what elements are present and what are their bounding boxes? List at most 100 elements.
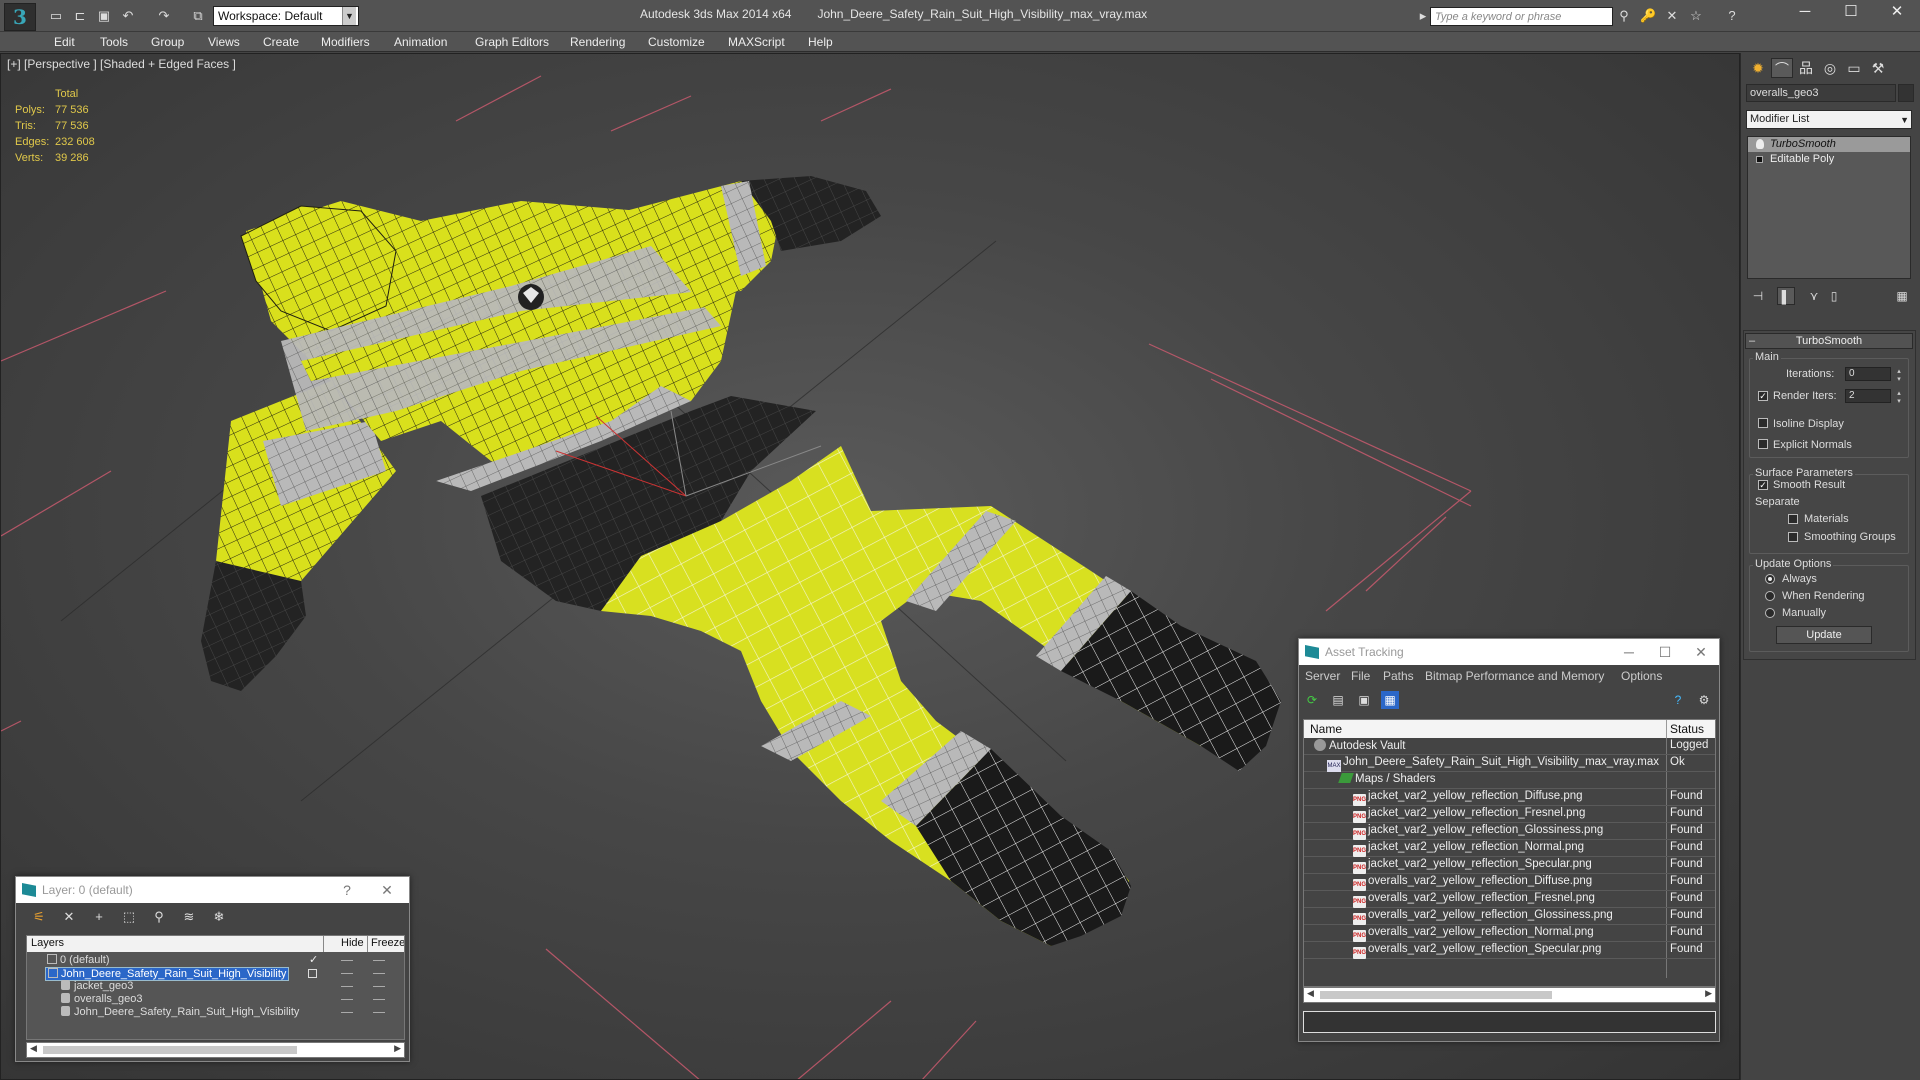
search-input[interactable]: Type a keyword or phrase xyxy=(1430,7,1613,26)
communication-icon[interactable]: ✕ xyxy=(1664,8,1680,24)
always-radio[interactable] xyxy=(1765,574,1775,584)
stack-item-turbosmooth[interactable]: TurboSmooth xyxy=(1748,137,1910,152)
layer-manager-titlebar[interactable]: Layer: 0 (default) ? ✕ xyxy=(16,877,409,903)
project-folder-icon[interactable]: ⧉ xyxy=(190,8,206,24)
app-logo-icon[interactable]: 3 xyxy=(4,3,36,31)
scrollbar-thumb[interactable] xyxy=(1320,991,1552,999)
show-end-result-icon[interactable]: ▌ xyxy=(1777,287,1795,305)
layer-name[interactable]: John_Deere_Safety_Rain_Suit_High_Visibil… xyxy=(59,1006,301,1018)
hide-toggle[interactable] xyxy=(341,960,353,961)
search-expand-icon[interactable]: ▸ xyxy=(1418,8,1428,24)
explicit-normals-checkbox[interactable] xyxy=(1758,439,1768,449)
set-current-layer-box[interactable] xyxy=(308,969,317,978)
make-unique-icon[interactable]: ⋎ xyxy=(1805,287,1823,305)
scrollbar-thumb[interactable] xyxy=(43,1046,297,1054)
hide-toggle[interactable] xyxy=(341,1012,353,1013)
materials-checkbox[interactable] xyxy=(1788,514,1798,524)
menu-file[interactable]: File xyxy=(1351,669,1370,683)
asset-row[interactable]: Autodesk Vault Logged xyxy=(1304,738,1715,755)
smoothing-groups-checkbox[interactable] xyxy=(1788,532,1798,542)
save-file-icon[interactable]: ▣ xyxy=(96,8,112,24)
layer-name[interactable]: overalls_geo3 xyxy=(59,993,145,1005)
iterations-spinner[interactable]: 0 xyxy=(1845,367,1902,383)
freeze-all-icon[interactable]: ❄ xyxy=(210,908,228,926)
manually-radio[interactable] xyxy=(1765,608,1775,618)
close-button[interactable]: ✕ xyxy=(1874,0,1920,24)
scroll-left-icon[interactable]: ◀ xyxy=(1307,988,1314,999)
close-button[interactable]: ✕ xyxy=(369,877,405,903)
select-objects-icon[interactable]: ⬚ xyxy=(120,908,138,926)
menu-modifiers[interactable]: Modifiers xyxy=(321,32,370,52)
layer-name[interactable]: 0 (default) xyxy=(45,954,112,966)
modify-tab-icon[interactable]: ⌒ xyxy=(1771,58,1793,78)
collapse-icon[interactable]: – xyxy=(1749,335,1755,347)
new-file-icon[interactable]: ▭ xyxy=(48,8,64,24)
status-column-header[interactable]: Status xyxy=(1670,722,1704,736)
maximize-button[interactable]: ☐ xyxy=(1828,0,1874,24)
viewport-label[interactable]: [+] [Perspective ] [Shaded + Edged Faces… xyxy=(7,57,236,71)
layer-name[interactable]: jacket_geo3 xyxy=(59,980,135,992)
asset-row[interactable]: PNG overalls_var2_yellow_reflection_Norma… xyxy=(1304,925,1715,942)
hierarchy-tab-icon[interactable]: 品 xyxy=(1795,58,1817,78)
menu-server[interactable]: Server xyxy=(1305,669,1340,683)
hide-all-icon[interactable]: ≋ xyxy=(180,908,198,926)
thumbnail-view-icon[interactable]: ▣ xyxy=(1355,691,1373,709)
lightbulb-icon[interactable] xyxy=(1756,139,1764,149)
menu-edit[interactable]: Edit xyxy=(54,32,75,52)
open-file-icon[interactable]: ⊏ xyxy=(72,8,88,24)
motion-tab-icon[interactable]: ◎ xyxy=(1819,58,1841,78)
redo-icon[interactable]: ↷ xyxy=(156,8,172,24)
create-tab-icon[interactable]: ✹ xyxy=(1747,58,1769,78)
object-row[interactable]: John_Deere_Safety_Rain_Suit_High_Visibil… xyxy=(27,1005,404,1021)
highlight-selected-icon[interactable]: ⚲ xyxy=(150,908,168,926)
name-column-header[interactable]: Name xyxy=(1310,722,1342,736)
hide-toggle[interactable] xyxy=(341,999,353,1000)
settings-icon[interactable]: ⚙ xyxy=(1695,691,1713,709)
scroll-left-icon[interactable]: ◀ xyxy=(30,1043,37,1054)
undo-icon[interactable]: ↶ xyxy=(120,8,136,24)
hide-toggle[interactable] xyxy=(341,973,353,974)
object-color-swatch[interactable] xyxy=(1898,84,1914,102)
menu-paths[interactable]: Paths xyxy=(1383,669,1414,683)
configure-sets-icon[interactable]: ▦ xyxy=(1893,287,1911,305)
asset-horizontal-scrollbar[interactable]: ◀ ▶ xyxy=(1303,987,1716,1003)
add-to-layer-icon[interactable]: + xyxy=(90,908,108,926)
asset-row[interactable]: MAX John_Deere_Safety_Rain_Suit_High_Visi… xyxy=(1304,755,1715,772)
asset-row[interactable]: PNG overalls_var2_yellow_reflection_Specu… xyxy=(1304,942,1715,959)
freeze-toggle[interactable] xyxy=(373,986,385,987)
create-layer-icon[interactable]: ⚟ xyxy=(30,908,48,926)
help-button[interactable]: ? xyxy=(329,877,365,903)
scroll-right-icon[interactable]: ▶ xyxy=(394,1043,401,1054)
menu-group[interactable]: Group xyxy=(151,32,184,52)
favorites-star-icon[interactable]: ☆ xyxy=(1688,8,1704,24)
pin-stack-icon[interactable]: ⊣ xyxy=(1749,287,1767,305)
freeze-toggle[interactable] xyxy=(373,999,385,1000)
menu-help[interactable]: Help xyxy=(808,32,833,52)
menu-maxscript[interactable]: MAXScript xyxy=(728,32,785,52)
asset-row[interactable]: PNG overalls_var2_yellow_reflection_Diffu… xyxy=(1304,874,1715,891)
close-button[interactable]: ✕ xyxy=(1683,639,1719,665)
render-iters-checkbox[interactable]: ✓ xyxy=(1758,391,1768,401)
asset-row[interactable]: PNG jacket_var2_yellow_reflection_Glossin… xyxy=(1304,823,1715,840)
menu-rendering[interactable]: Rendering xyxy=(570,32,625,52)
menu-customize[interactable]: Customize xyxy=(648,32,705,52)
object-name-field[interactable]: overalls_geo3 xyxy=(1746,84,1896,102)
list-view-icon[interactable]: ▤ xyxy=(1329,691,1347,709)
hide-column-header[interactable]: Hide xyxy=(341,937,364,949)
asset-row[interactable]: PNG jacket_var2_yellow_reflection_Fresnel… xyxy=(1304,806,1715,823)
freeze-toggle[interactable] xyxy=(373,1012,385,1013)
help-icon[interactable]: ? xyxy=(1669,691,1687,709)
layers-column-header[interactable]: Layers xyxy=(31,937,64,949)
when-rendering-radio[interactable] xyxy=(1765,591,1775,601)
menu-animation[interactable]: Animation xyxy=(394,32,447,52)
render-iters-spinner[interactable]: 2 xyxy=(1845,389,1902,405)
menu-graph-editors[interactable]: Graph Editors xyxy=(475,32,549,52)
asset-row[interactable]: PNG overalls_var2_yellow_reflection_Gloss… xyxy=(1304,908,1715,925)
maximize-button[interactable]: ☐ xyxy=(1647,639,1683,665)
freeze-toggle[interactable] xyxy=(373,960,385,961)
menu-views[interactable]: Views xyxy=(208,32,240,52)
minimize-button[interactable]: ─ xyxy=(1611,639,1647,665)
asset-path-field[interactable] xyxy=(1303,1011,1716,1033)
freeze-column-header[interactable]: Freeze xyxy=(371,937,404,949)
menu-tools[interactable]: Tools xyxy=(100,32,128,52)
